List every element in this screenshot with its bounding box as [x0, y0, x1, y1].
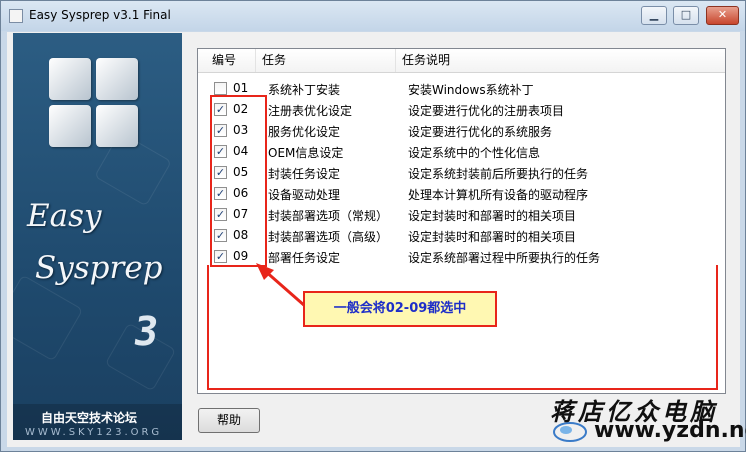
site-name: 自由天空技术论坛: [41, 411, 138, 425]
row-description: 安装Windows系统补丁: [408, 83, 534, 97]
row-task: 封装部署选项（高级）: [268, 230, 389, 244]
table-row[interactable]: ✓ 02 注册表优化设定 设定要进行优化的注册表项目: [198, 100, 725, 121]
logo-square: [96, 58, 138, 100]
row-description: 设定系统部署过程中所要执行的任务: [408, 251, 601, 265]
maximize-icon: □: [680, 8, 692, 21]
brand-sysprep: Sysprep: [35, 250, 163, 286]
hex-decoration: [13, 274, 84, 362]
row-task: 封装任务设定: [268, 167, 341, 181]
row-task: 封装部署选项（常规）: [268, 209, 389, 223]
row-description: 设定封装时和部署时的相关项目: [408, 230, 577, 244]
brand-sidebar: Easy Sysprep 3 自由天空技术论坛 WWW.SKY123.ORG: [13, 33, 182, 440]
row-task: OEM信息设定: [268, 146, 344, 160]
row-task: 设备驱动处理: [268, 188, 341, 202]
window-title: Easy Sysprep v3.1 Final: [29, 8, 171, 22]
row-description: 处理本计算机所有设备的驱动程序: [408, 188, 589, 202]
row-description: 设定系统封装前后所要执行的任务: [408, 167, 589, 181]
callout-note: 一般会将02-09都选中: [303, 291, 497, 327]
row-task: 服务优化设定: [268, 125, 341, 139]
column-header-description[interactable]: 任务说明: [396, 49, 716, 72]
table-row[interactable]: ✓ 03 服务优化设定 设定要进行优化的系统服务: [198, 121, 725, 142]
row-task: 注册表优化设定: [268, 104, 353, 118]
logo-square: [49, 58, 91, 100]
minimize-icon: ▁: [649, 8, 659, 21]
table-row[interactable]: ✓ 07 封装部署选项（常规） 设定封装时和部署时的相关项目: [198, 205, 725, 226]
close-button[interactable]: ✕: [706, 6, 739, 25]
logo-square: [49, 105, 91, 147]
row-checkbox[interactable]: [214, 82, 227, 95]
logo-square: [96, 105, 138, 147]
row-task: 系统补丁安装: [268, 83, 341, 97]
title-bar[interactable]: Easy Sysprep v3.1 Final ▁ □ ✕: [1, 1, 745, 31]
list-header: 编号 任务 任务说明: [198, 49, 725, 73]
minimize-button[interactable]: ▁: [641, 6, 667, 25]
row-description: 设定要进行优化的注册表项目: [408, 104, 565, 118]
table-row[interactable]: ✓ 04 OEM信息设定 设定系统中的个性化信息: [198, 142, 725, 163]
watermark-url: www.yzdn.net: [594, 418, 746, 443]
help-button[interactable]: 帮助: [198, 408, 260, 433]
column-header-task[interactable]: 任务: [256, 49, 396, 72]
highlight-box-checkboxes: [210, 95, 267, 267]
maximize-button[interactable]: □: [673, 6, 699, 25]
row-number: 01: [233, 81, 249, 95]
app-icon: [9, 9, 23, 23]
column-header-number[interactable]: 编号: [206, 49, 256, 72]
close-icon: ✕: [717, 8, 728, 21]
row-description: 设定封装时和部署时的相关项目: [408, 209, 577, 223]
table-row[interactable]: ✓ 06 设备驱动处理 处理本计算机所有设备的驱动程序: [198, 184, 725, 205]
table-row[interactable]: ✓ 08 封装部署选项（高级） 设定封装时和部署时的相关项目: [198, 226, 725, 247]
callout-arrow: [256, 263, 306, 308]
row-description: 设定要进行优化的系统服务: [408, 125, 553, 139]
site-url: WWW.SKY123.ORG: [25, 427, 163, 438]
brand-easy: Easy: [27, 198, 102, 234]
table-row[interactable]: ✓ 05 封装任务设定 设定系统封装前后所要执行的任务: [198, 163, 725, 184]
table-row[interactable]: 01 系统补丁安装 安装Windows系统补丁: [198, 79, 725, 100]
row-description: 设定系统中的个性化信息: [408, 146, 541, 160]
